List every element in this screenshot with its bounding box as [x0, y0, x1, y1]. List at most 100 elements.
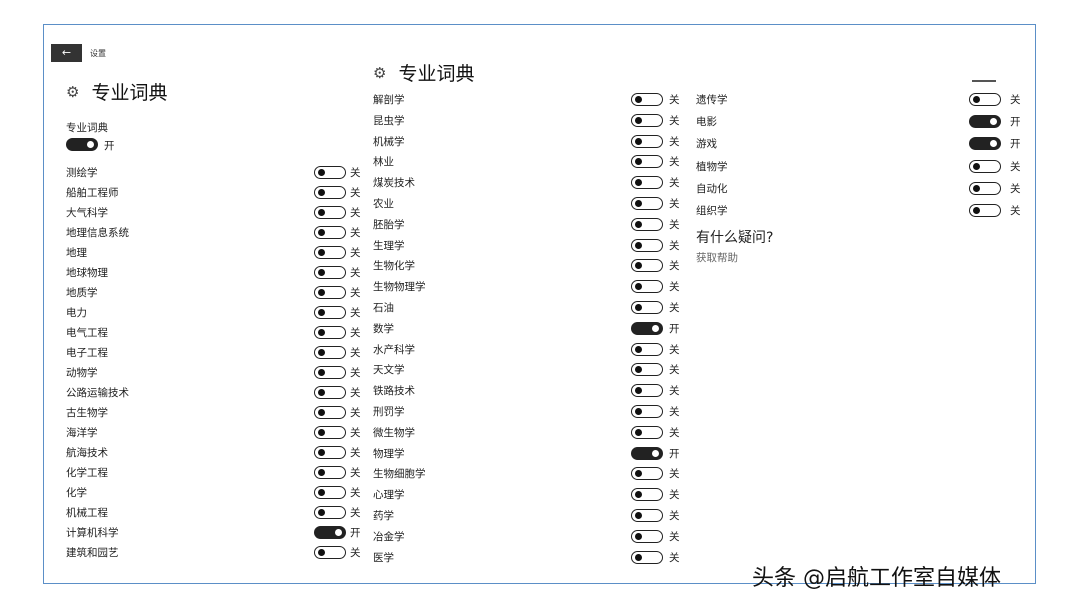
dictionary-item-label: 建筑和园艺: [66, 547, 119, 559]
dictionary-item-toggle[interactable]: [631, 384, 663, 398]
dictionary-item-label: 动物学: [66, 367, 98, 379]
toggle-knob: [318, 169, 325, 176]
dictionary-item-toggle[interactable]: [969, 137, 1001, 151]
dictionary-item-toggle[interactable]: [314, 506, 346, 519]
dictionary-item-toggle[interactable]: [314, 326, 346, 339]
dictionary-item-label: 地理: [66, 247, 87, 259]
dictionary-item-toggle[interactable]: [314, 226, 346, 239]
gear-icon: ⚙: [66, 82, 80, 101]
dictionary-item-toggle[interactable]: [631, 363, 663, 377]
master-toggle[interactable]: [66, 138, 98, 151]
dictionary-item-label: 数学: [373, 322, 394, 335]
scroll-indicator[interactable]: [972, 80, 996, 82]
dictionary-item-toggle[interactable]: [969, 204, 1001, 217]
toggle-knob: [635, 408, 642, 415]
toggle-knob: [973, 162, 980, 170]
dictionary-item-label: 游戏: [696, 138, 717, 151]
get-help-link[interactable]: 获取帮助: [696, 250, 738, 265]
page-title: 专业词典: [398, 63, 475, 85]
dictionary-item-toggle[interactable]: [314, 486, 346, 499]
dictionary-item-state: 关: [350, 407, 361, 419]
toggle-knob: [318, 509, 325, 516]
toggle-knob: [318, 349, 325, 356]
dictionary-item-toggle[interactable]: [631, 134, 663, 148]
dictionary-item-toggle[interactable]: [631, 342, 663, 356]
dictionary-item-state: 关: [350, 447, 361, 459]
dictionary-item-toggle[interactable]: [631, 238, 663, 252]
dictionary-item-toggle[interactable]: [314, 406, 346, 419]
dictionary-item-label: 胚胎学: [373, 218, 405, 231]
toggle-knob: [635, 116, 642, 124]
dictionary-item-state: 关: [669, 426, 680, 439]
dictionary-item-toggle[interactable]: [314, 426, 346, 439]
dictionary-item-toggle[interactable]: [314, 546, 346, 559]
dictionary-item-toggle[interactable]: [631, 405, 663, 418]
dictionary-item-label: 机械工程: [66, 507, 108, 519]
dictionary-item-toggle[interactable]: [631, 280, 663, 294]
dictionary-item-label: 电气工程: [66, 327, 108, 339]
dictionary-item-toggle[interactable]: [314, 306, 346, 319]
dictionary-item-toggle[interactable]: [631, 488, 663, 502]
dictionary-item-state: 开: [669, 322, 680, 335]
page-title: 专业词典: [91, 82, 168, 104]
dictionary-item-state: 开: [669, 447, 680, 460]
dictionary-item-state: 关: [669, 468, 680, 481]
dictionary-item-label: 昆虫学: [373, 114, 405, 127]
dictionary-item-toggle[interactable]: [631, 176, 663, 190]
dictionary-item-toggle[interactable]: [314, 526, 346, 539]
back-button[interactable]: ←: [51, 44, 82, 62]
dictionary-item-state: 关: [669, 510, 680, 522]
dictionary-item-toggle[interactable]: [631, 529, 663, 543]
dictionary-item-toggle[interactable]: [314, 286, 346, 299]
back-arrow-icon: ←: [61, 46, 72, 59]
dictionary-item-toggle[interactable]: [631, 301, 663, 314]
dictionary-item-label: 石油: [373, 302, 394, 314]
dictionary-item-toggle[interactable]: [969, 115, 1001, 129]
dictionary-item-label: 船舶工程师: [66, 187, 119, 199]
dictionary-item-toggle[interactable]: [631, 197, 663, 210]
dictionary-item-toggle[interactable]: [969, 93, 1001, 106]
toggle-knob: [973, 207, 980, 214]
dictionary-item-toggle[interactable]: [314, 246, 346, 259]
dictionary-item-toggle[interactable]: [631, 113, 663, 127]
toggle-knob: [318, 469, 325, 476]
dictionary-item-toggle[interactable]: [969, 181, 1001, 195]
dictionary-item-toggle[interactable]: [631, 259, 663, 273]
dictionary-item-state: 关: [669, 260, 680, 273]
dictionary-item-toggle[interactable]: [314, 366, 346, 379]
dictionary-item-state: 关: [350, 367, 361, 379]
dictionary-item-toggle[interactable]: [631, 467, 663, 481]
dictionary-item-toggle[interactable]: [631, 155, 663, 169]
dictionary-item-label: 药学: [373, 510, 394, 522]
gear-icon: ⚙: [373, 63, 387, 82]
dictionary-item-label: 大气科学: [66, 207, 108, 219]
toggle-knob: [635, 532, 642, 540]
toggle-knob: [635, 387, 642, 395]
dictionary-item-toggle[interactable]: [969, 159, 1001, 173]
dictionary-item-toggle[interactable]: [314, 206, 346, 219]
dictionary-item-label: 心理学: [373, 489, 405, 502]
dictionary-item-toggle[interactable]: [314, 346, 346, 359]
dictionary-item-toggle[interactable]: [631, 217, 663, 231]
dictionary-item-state: 关: [1010, 182, 1021, 195]
dictionary-item-toggle[interactable]: [314, 446, 346, 459]
dictionary-item-state: 关: [1010, 94, 1021, 106]
dictionary-item-toggle[interactable]: [631, 425, 663, 439]
toggle-knob: [635, 345, 642, 353]
dictionary-item-toggle[interactable]: [314, 266, 346, 279]
dictionary-item-label: 地质学: [66, 287, 98, 299]
dictionary-item-toggle[interactable]: [631, 93, 663, 106]
dictionary-item-label: 电子工程: [66, 347, 108, 359]
dictionary-item-toggle[interactable]: [314, 386, 346, 399]
toggle-knob: [635, 366, 642, 374]
dictionary-item-state: 关: [350, 167, 361, 179]
dictionary-item-toggle[interactable]: [314, 166, 346, 179]
toggle-knob: [635, 220, 642, 228]
dictionary-item-toggle[interactable]: [631, 321, 663, 335]
dictionary-item-toggle[interactable]: [314, 466, 346, 479]
dictionary-item-toggle[interactable]: [631, 446, 663, 460]
toggle-knob: [652, 449, 659, 457]
dictionary-item-toggle[interactable]: [314, 186, 346, 199]
dictionary-item-toggle[interactable]: [631, 509, 663, 522]
dictionary-item-toggle[interactable]: [631, 550, 663, 564]
